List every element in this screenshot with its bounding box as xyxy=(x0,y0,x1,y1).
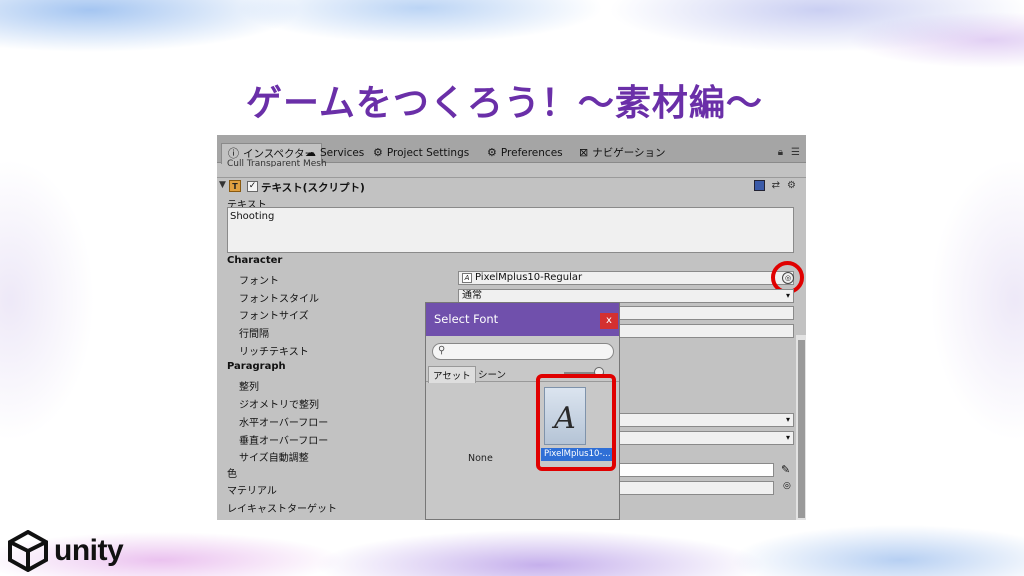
text-component-icon: T xyxy=(229,180,241,192)
unity-cube-icon xyxy=(8,530,48,572)
dialog-search-input[interactable]: ⚲ xyxy=(432,343,614,360)
character-section-label: Character xyxy=(227,255,283,266)
color-field[interactable] xyxy=(619,463,774,477)
vertical-overflow-dropdown[interactable] xyxy=(619,431,794,445)
dialog-close-button[interactable]: x xyxy=(600,313,618,329)
tab-navigation[interactable]: ⊠ ナビゲーション xyxy=(573,143,672,163)
tabbar-controls: 🔒︎ ☰ xyxy=(778,147,800,158)
best-fit-label: サイズ自動調整 xyxy=(239,453,309,464)
cull-transparent-row: Cull Transparent Mesh xyxy=(227,159,327,167)
tab-project-settings[interactable]: ⚙ Project Settings xyxy=(367,143,475,163)
slide-title: ゲームをつくろう！～素材編～ xyxy=(246,83,763,124)
foldout-arrow-icon[interactable]: ▼ xyxy=(219,180,226,190)
nav-icon: ⊠ xyxy=(579,146,589,159)
none-option[interactable]: None xyxy=(468,453,493,464)
font-style-label: フォントスタイル xyxy=(239,294,319,305)
text-component-header[interactable]: ▼ T ✓ テキスト(スクリプト) ⇄ ⚙ xyxy=(217,177,806,195)
unity-inspector-screenshot: ⓘ インスペクター ☁ Services ⚙ Project Settings … xyxy=(217,135,806,520)
font-style-dropdown[interactable]: 通常 xyxy=(458,289,794,303)
dialog-title: Select Font xyxy=(426,303,619,336)
unity-logo: unity xyxy=(6,530,124,572)
line-spacing-label: 行間隔 xyxy=(239,329,269,340)
rich-text-label: リッチテキスト xyxy=(239,347,309,358)
material-field[interactable] xyxy=(619,481,774,495)
font-label: フォント xyxy=(239,276,279,287)
unity-wordmark: unity xyxy=(54,534,124,567)
select-font-dialog: Select Font x ⚲ アセット シーン None A PixelMpl… xyxy=(425,302,620,520)
scrollbar-thumb[interactable] xyxy=(798,340,805,518)
paragraph-section-label: Paragraph xyxy=(227,361,286,372)
material-label: マテリアル xyxy=(227,486,277,497)
alignment-label: 整列 xyxy=(239,382,259,393)
help-book-icon[interactable] xyxy=(753,180,765,191)
tab-preferences[interactable]: ⚙ Preferences xyxy=(481,143,569,163)
text-input-area[interactable]: Shooting xyxy=(227,207,794,253)
tab-assets[interactable]: アセット xyxy=(428,366,476,383)
color-label: 色 xyxy=(227,469,237,480)
vertical-overflow-label: 垂直オーバーフロー xyxy=(239,436,329,447)
horizontal-overflow-dropdown[interactable] xyxy=(619,413,794,427)
font-size-field[interactable] xyxy=(619,306,794,320)
gear-icon: ⚙ xyxy=(487,146,497,159)
material-picker-icon[interactable]: ◎ xyxy=(783,481,791,491)
raycast-target-label: レイキャストターゲット xyxy=(227,504,337,515)
font-object-field[interactable]: A PixelMplus10-Regular xyxy=(458,271,794,285)
font-selection-highlight xyxy=(536,374,616,471)
component-header-icons: ⇄ ⚙ xyxy=(753,180,796,191)
menu-icon[interactable]: ☰ xyxy=(791,147,800,158)
horizontal-overflow-label: 水平オーバーフロー xyxy=(239,418,329,429)
eyedropper-icon[interactable]: ✎ xyxy=(781,463,790,476)
font-asset-icon: A xyxy=(462,273,472,283)
gear-icon: ⚙ xyxy=(373,146,383,159)
search-icon: ⚲ xyxy=(438,345,446,356)
font-size-label: フォントサイズ xyxy=(239,311,309,322)
tab-scene[interactable]: シーン xyxy=(474,366,510,382)
component-title: テキスト(スクリプト) xyxy=(261,182,365,194)
component-enabled-checkbox[interactable]: ✓ xyxy=(247,181,258,192)
lock-icon[interactable]: 🔒︎ xyxy=(778,147,783,158)
line-spacing-field[interactable] xyxy=(619,324,794,338)
settings-gear-icon[interactable]: ⚙ xyxy=(787,180,796,191)
preset-icon[interactable]: ⇄ xyxy=(772,180,780,191)
align-by-geometry-label: ジオメトリで整列 xyxy=(239,400,319,411)
